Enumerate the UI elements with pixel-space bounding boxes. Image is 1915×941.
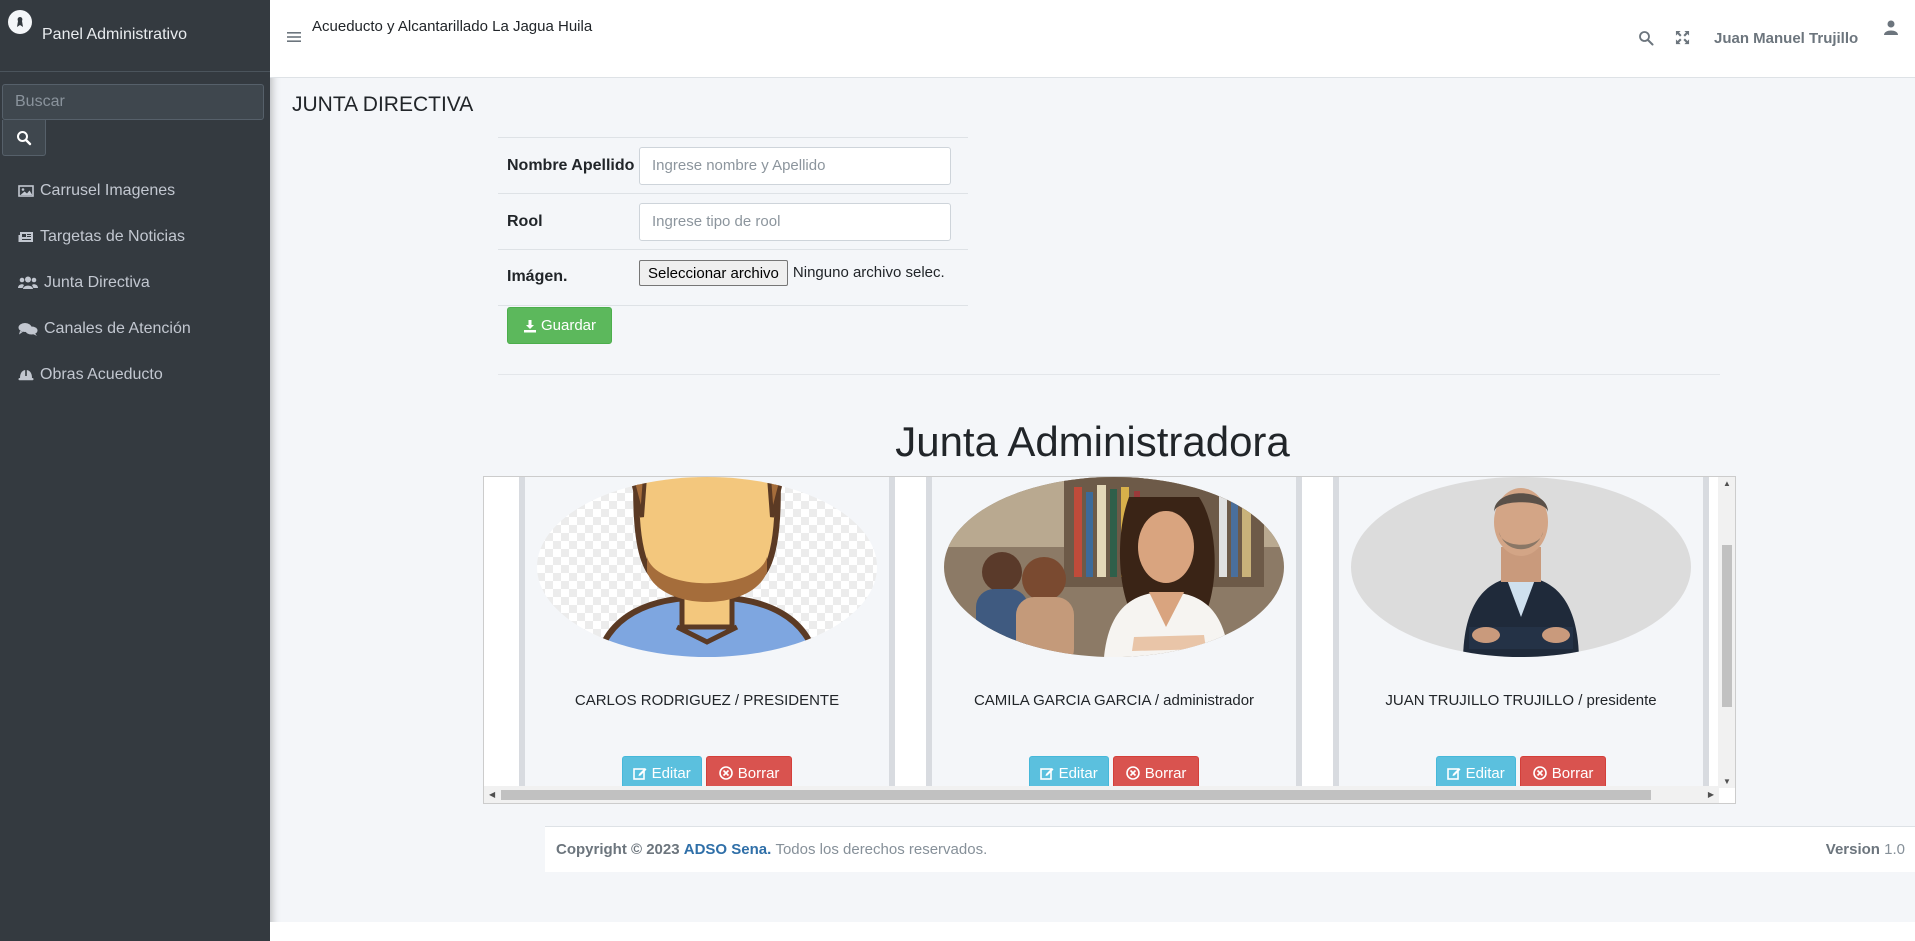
brand[interactable]: Panel Administrativo — [0, 0, 270, 72]
member-name: CARLOS RODRIGUEZ / PRESIDENTE — [574, 692, 840, 709]
sidebar-item-label: Canales de Atención — [44, 320, 191, 337]
sidebar-item-label: Carrusel Imagenes — [40, 182, 176, 199]
edit-button[interactable]: Editar — [1028, 756, 1109, 790]
delete-label: Borrar — [1551, 764, 1594, 782]
brand-logo-icon — [8, 10, 32, 34]
site-title[interactable]: Acueducto y Alcantarillado La Jagua Huil… — [312, 18, 592, 35]
sidebar-item-label: Targetas de Noticias — [40, 228, 185, 245]
sidebar-nav: Carrusel Imagenes Targetas de Noticias J… — [0, 168, 270, 398]
close-circle-icon — [1532, 766, 1547, 780]
fullscreen-icon[interactable] — [1675, 30, 1690, 50]
delete-button[interactable]: Borrar — [1112, 756, 1200, 790]
role-input[interactable] — [639, 202, 951, 241]
choose-file-button[interactable]: Seleccionar archivo — [639, 260, 788, 286]
users-icon — [18, 276, 38, 289]
vertical-scrollbar[interactable]: ▲ ▼ — [1718, 477, 1735, 788]
vertical-scroll-thumb[interactable] — [1722, 545, 1732, 707]
save-button-label: Guardar — [540, 317, 597, 334]
sidebar-item-canales[interactable]: Canales de Atención — [0, 306, 270, 352]
edit-icon — [1039, 768, 1054, 780]
member-form: Nombre Apellido Rool Imágen. Seleccionar… — [498, 137, 968, 306]
bottom-strip — [270, 922, 1915, 941]
horizontal-scrollbar[interactable]: ◀ ▶ — [484, 786, 1719, 803]
section-title: Junta Administradora — [895, 418, 1290, 465]
sidebar-search-button[interactable] — [2, 120, 46, 156]
member-photo — [1351, 477, 1691, 657]
hard-hat-icon — [18, 370, 34, 381]
user-name[interactable]: Juan Manuel Trujillo — [1714, 30, 1858, 47]
sidebar-item-carrusel[interactable]: Carrusel Imagenes — [0, 168, 270, 214]
save-button[interactable]: Guardar — [507, 307, 612, 344]
version-info: Version 1.0 — [1826, 841, 1905, 858]
divider — [498, 374, 1720, 375]
copyright-text: Copyright © 2023 — [556, 841, 680, 858]
sidebar-item-label: Junta Directiva — [44, 274, 150, 291]
sidebar-item-label: Obras Acueducto — [40, 366, 163, 383]
role-label: Rool — [507, 212, 543, 230]
search-icon — [17, 130, 32, 145]
member-card: CARLOS RODRIGUEZ / PRESIDENTE Editar Bor… — [519, 477, 895, 790]
images-icon — [18, 185, 34, 197]
form-row-role: Rool — [498, 194, 968, 250]
navbar-search-icon[interactable] — [1638, 30, 1654, 51]
user-icon[interactable] — [1884, 20, 1898, 41]
brand-text: Panel Administrativo — [42, 26, 187, 43]
page-title: JUNTA DIRECTIVA — [292, 93, 474, 116]
sidebar-search-input[interactable] — [2, 84, 264, 120]
delete-button[interactable]: Borrar — [1519, 756, 1607, 790]
footer: Copyright © 2023 ADSO Sena. Todos los de… — [545, 826, 1915, 872]
close-circle-icon — [1125, 766, 1140, 780]
edit-icon — [632, 768, 647, 780]
delete-label: Borrar — [737, 764, 780, 782]
scroll-right-icon[interactable]: ▶ — [1708, 790, 1714, 799]
rights-text: Todos los derechos reservados. — [775, 841, 988, 858]
member-name: JUAN TRUJILLO TRUJILLO / presidente — [1385, 692, 1657, 709]
download-icon — [523, 319, 536, 332]
horizontal-scroll-thumb[interactable] — [501, 790, 1651, 800]
member-card: CAMILA GARCIA GARCIA / administrador Edi… — [926, 477, 1302, 790]
member-name: CAMILA GARCIA GARCIA / administrador — [973, 692, 1255, 709]
scroll-down-icon[interactable]: ▼ — [1723, 777, 1731, 786]
sidebar-item-junta[interactable]: Junta Directiva — [0, 260, 270, 306]
edit-button[interactable]: Editar — [621, 756, 702, 790]
edit-label: Editar — [651, 764, 691, 782]
members-scroller[interactable]: CARLOS RODRIGUEZ / PRESIDENTE Editar Bor… — [483, 476, 1736, 804]
edit-button[interactable]: Editar — [1435, 756, 1516, 790]
hamburger-menu-icon[interactable] — [287, 30, 301, 48]
edit-label: Editar — [1465, 764, 1505, 782]
edit-label: Editar — [1058, 764, 1098, 782]
newspaper-icon — [18, 232, 33, 242]
name-input[interactable] — [639, 146, 951, 185]
member-actions: Editar Borrar — [525, 756, 889, 790]
form-row-image: Imágen. Seleccionar archivo Ninguno arch… — [498, 250, 968, 306]
sidebar-search — [0, 72, 270, 156]
scroll-up-icon[interactable]: ▲ — [1723, 479, 1731, 488]
member-photo — [944, 477, 1284, 657]
close-circle-icon — [718, 766, 733, 780]
member-actions: Editar Borrar — [1339, 756, 1703, 790]
version-label: Version — [1825, 841, 1880, 858]
delete-label: Borrar — [1144, 764, 1187, 782]
edit-icon — [1446, 768, 1461, 780]
sidebar: Panel Administrativo Carrusel Imagenes T… — [0, 0, 270, 941]
member-card: JUAN TRUJILLO TRUJILLO / presidente Edit… — [1333, 477, 1709, 790]
sidebar-item-obras[interactable]: Obras Acueducto — [0, 352, 270, 398]
member-actions: Editar Borrar — [932, 756, 1296, 790]
form-row-name: Nombre Apellido — [498, 138, 968, 194]
delete-button[interactable]: Borrar — [705, 756, 793, 790]
name-label: Nombre Apellido — [507, 156, 635, 174]
top-navbar: Acueducto y Alcantarillado La Jagua Huil… — [270, 0, 1915, 78]
sidebar-item-noticias[interactable]: Targetas de Noticias — [0, 214, 270, 260]
file-status: Ninguno archivo selec. — [792, 264, 945, 281]
comments-icon — [18, 323, 38, 336]
org-link[interactable]: ADSO Sena. — [684, 841, 772, 858]
image-label: Imágen. — [507, 268, 568, 285]
version-value: 1.0 — [1884, 841, 1905, 858]
member-photo — [537, 477, 877, 657]
scroll-left-icon[interactable]: ◀ — [489, 790, 495, 799]
